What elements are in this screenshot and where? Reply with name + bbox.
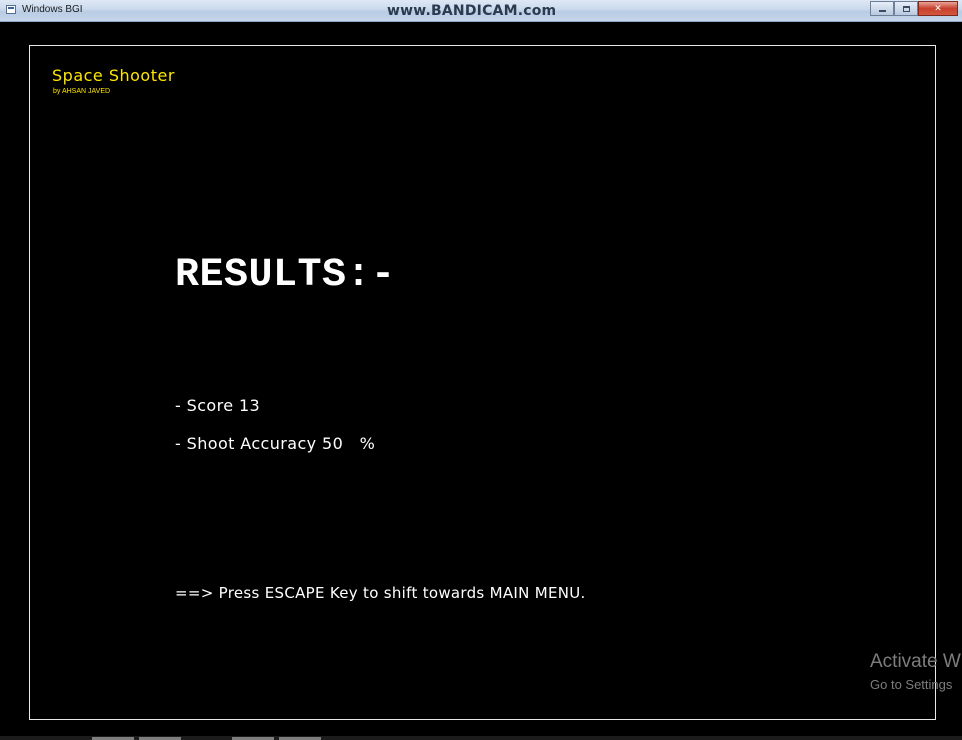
bgi-window: Windows BGI www.BANDICAM.com ✕ Space Sho… <box>0 0 962 740</box>
close-button[interactable]: ✕ <box>918 1 958 16</box>
minimize-button[interactable] <box>870 1 894 16</box>
minimize-icon <box>878 10 886 12</box>
maximize-button[interactable] <box>894 1 918 16</box>
maximize-icon <box>902 5 910 12</box>
close-icon: ✕ <box>934 3 942 14</box>
window-title: Windows BGI <box>22 4 83 15</box>
app-window-icon[interactable] <box>6 5 16 14</box>
taskbar-strip <box>0 736 962 740</box>
results-heading: RESULTS:- <box>175 253 396 298</box>
activate-windows-subtitle: Go to Settings <box>870 677 953 692</box>
game-author: by AHSAN JAVED <box>53 88 111 95</box>
accuracy-line: - Shoot Accuracy 50 % <box>175 434 376 453</box>
bandicam-watermark: www.BANDICAM.com <box>387 3 557 19</box>
escape-instruction: ==> Press ESCAPE Key to shift towards MA… <box>175 584 586 602</box>
title-bar[interactable]: Windows BGI www.BANDICAM.com ✕ <box>0 0 962 22</box>
window-controls: ✕ <box>870 1 958 16</box>
game-title: Space Shooter <box>52 66 175 85</box>
activate-windows-title: Activate W <box>870 651 961 672</box>
game-frame <box>29 45 936 720</box>
score-line: - Score 13 <box>175 396 261 415</box>
